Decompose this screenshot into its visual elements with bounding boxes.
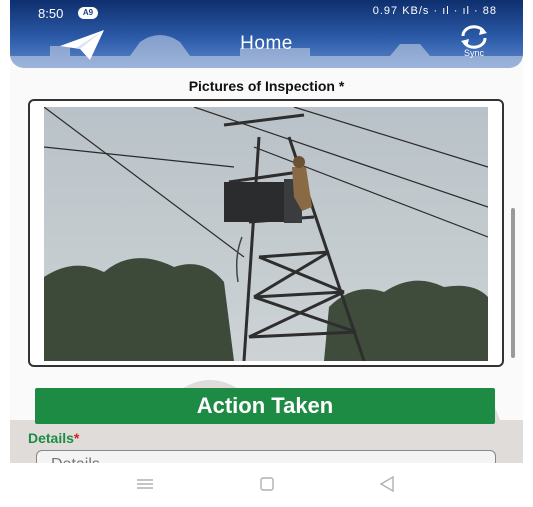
action-taken-button[interactable]: Action Taken <box>35 388 495 424</box>
back-icon[interactable] <box>376 473 398 495</box>
phone-screen: 8:50 A9 0.97 KB/s · ıl · ıl · 88 Home Sy… <box>10 0 523 507</box>
page-title: Home <box>240 33 293 54</box>
scrollbar[interactable] <box>511 208 515 358</box>
inspection-photo-card[interactable] <box>28 99 504 367</box>
details-label: Details* <box>28 430 79 446</box>
home-icon[interactable] <box>256 473 278 495</box>
system-nav-bar <box>10 463 523 507</box>
status-time: 8:50 <box>38 6 64 21</box>
sync-button[interactable]: Sync <box>453 24 495 64</box>
inspection-title: Pictures of Inspection * <box>188 78 345 94</box>
app-header: 8:50 A9 0.97 KB/s · ıl · ıl · 88 Home Sy… <box>10 0 523 68</box>
notification-badge: A9 <box>78 7 98 19</box>
details-label-text: Details <box>28 430 74 446</box>
sync-icon <box>461 25 487 49</box>
recents-icon[interactable] <box>134 473 156 495</box>
inspection-photo[interactable] <box>44 107 488 361</box>
sync-label: Sync <box>463 48 484 58</box>
status-bar: 8:50 A9 0.97 KB/s · ıl · ıl · 88 <box>10 0 523 26</box>
status-indicators: 0.97 KB/s · ıl · ıl · 88 <box>372 5 497 17</box>
required-mark: * <box>73 430 80 446</box>
